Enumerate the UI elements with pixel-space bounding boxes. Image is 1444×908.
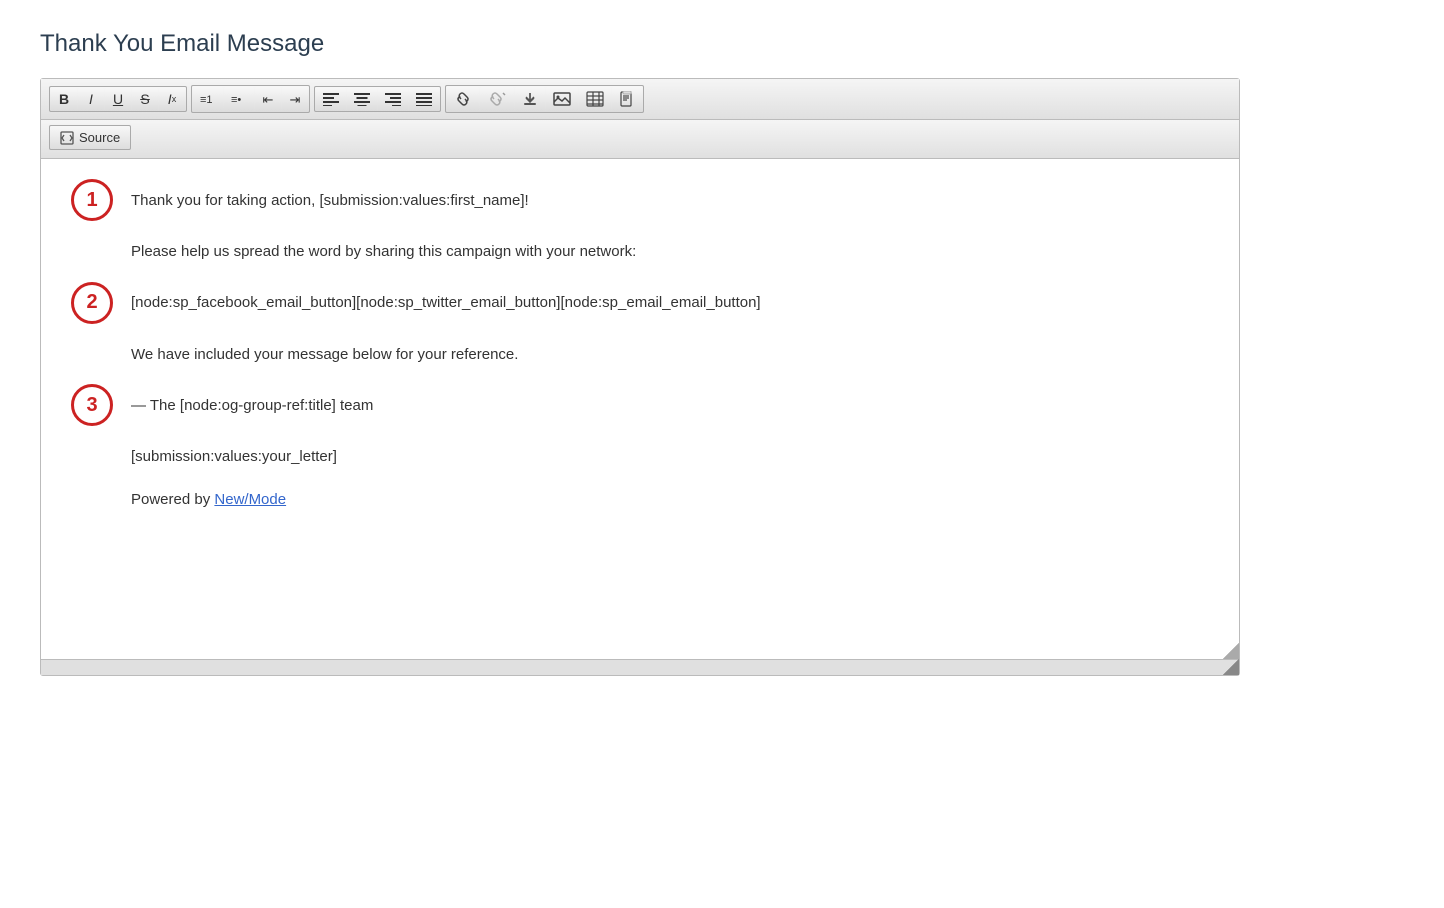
outdent-button[interactable]: ⇤ xyxy=(255,87,281,111)
unordered-list-button[interactable]: ≡• xyxy=(224,87,254,111)
paste-word-button[interactable] xyxy=(612,87,642,111)
align-left-button[interactable] xyxy=(316,88,346,110)
resize-handle[interactable] xyxy=(1223,643,1239,659)
remove-formatting-button[interactable]: Ix xyxy=(159,88,185,110)
toolbar: B I U S Ix ≡1 ≡• ⇤ ⇥ xyxy=(41,79,1239,120)
scrollbar-area[interactable] xyxy=(41,659,1239,675)
table-button[interactable] xyxy=(579,87,611,111)
strikethrough-button[interactable]: S xyxy=(132,88,158,110)
badge-3: 3 xyxy=(71,384,113,426)
insert-group xyxy=(445,85,644,113)
source-icon xyxy=(60,131,74,145)
newmode-link[interactable]: New/Mode xyxy=(214,491,286,508)
italic-button[interactable]: I xyxy=(78,88,104,110)
indent-button[interactable]: ⇥ xyxy=(282,87,308,111)
list-group: ≡1 ≡• ⇤ ⇥ xyxy=(191,85,310,113)
content-block-spacer3: [submission:values:your_letter] xyxy=(71,444,1209,469)
svg-text:≡•: ≡• xyxy=(231,94,241,106)
badge-2: 2 xyxy=(71,282,113,324)
unlink-button[interactable] xyxy=(480,87,514,111)
ordered-list-button[interactable]: ≡1 xyxy=(193,87,223,111)
source-row: Source xyxy=(41,120,1239,159)
align-group xyxy=(314,86,441,112)
link-button[interactable] xyxy=(447,87,479,111)
content-block-3: 3 — The [node:og-group-ref:title] team xyxy=(71,384,1209,426)
underline-button[interactable]: U xyxy=(105,88,131,110)
content-text-3: — The [node:og-group-ref:title] team xyxy=(131,393,373,418)
page-title: Thank You Email Message xyxy=(40,30,1404,58)
editor-content-area[interactable]: 1 Thank you for taking action, [submissi… xyxy=(41,159,1239,659)
badge-1: 1 xyxy=(71,179,113,221)
resize-corner[interactable] xyxy=(1223,659,1239,675)
download-button[interactable] xyxy=(515,87,545,111)
content-block-spacer1: Please help us spread the word by sharin… xyxy=(71,239,1209,264)
align-center-button[interactable] xyxy=(347,88,377,110)
content-block-spacer2: We have included your message below for … xyxy=(71,342,1209,367)
content-block-2: 2 [node:sp_facebook_email_button][node:s… xyxy=(71,282,1209,324)
rich-text-editor: B I U S Ix ≡1 ≡• ⇤ ⇥ xyxy=(40,78,1240,676)
bold-button[interactable]: B xyxy=(51,88,77,110)
source-label: Source xyxy=(79,130,120,145)
content-block-spacer4: Powered by New/Mode xyxy=(71,487,1209,512)
formatting-group: B I U S Ix xyxy=(49,86,187,112)
align-right-button[interactable] xyxy=(378,88,408,110)
align-justify-button[interactable] xyxy=(409,88,439,110)
content-block-1: 1 Thank you for taking action, [submissi… xyxy=(71,179,1209,221)
image-button[interactable] xyxy=(546,87,578,111)
svg-text:≡1: ≡1 xyxy=(200,94,213,106)
content-text-2: [node:sp_facebook_email_button][node:sp_… xyxy=(131,290,761,315)
content-text-1: Thank you for taking action, [submission… xyxy=(131,188,529,213)
source-button[interactable]: Source xyxy=(49,125,131,150)
